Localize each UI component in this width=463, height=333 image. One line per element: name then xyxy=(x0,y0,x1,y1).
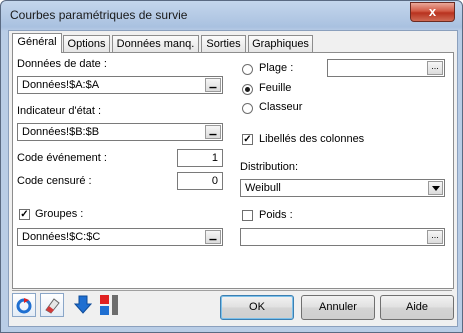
arrow-down-icon xyxy=(73,295,93,314)
dialog-window: Courbes paramétriques de survie x Généra… xyxy=(0,0,463,333)
sheet-label: Feuille xyxy=(259,82,292,94)
help-button[interactable]: Aide xyxy=(380,295,454,320)
column-labels-label: Libellés des colonnes xyxy=(259,133,365,145)
refresh-icon xyxy=(16,298,32,314)
ok-button[interactable]: OK xyxy=(220,295,294,320)
title-bar[interactable]: Courbes paramétriques de survie x xyxy=(1,1,462,29)
distribution-select[interactable]: Weibull xyxy=(240,179,445,197)
layout-button[interactable] xyxy=(98,293,122,317)
range-field[interactable]: ... xyxy=(327,59,445,77)
eraser-icon xyxy=(45,298,60,314)
footer-separator xyxy=(12,290,452,291)
general-panel: Données de date : Données!$A:$A ▁ Indica… xyxy=(12,52,454,289)
column-labels-checkbox[interactable]: ✓ xyxy=(242,134,253,145)
chevron-down-icon[interactable] xyxy=(428,181,443,195)
workbook-label: Classeur xyxy=(259,101,303,113)
tab-charts[interactable]: Graphiques xyxy=(248,35,313,52)
clear-button[interactable] xyxy=(40,293,64,317)
sheet-radio[interactable] xyxy=(242,84,253,95)
distribution-label: Distribution: xyxy=(240,161,299,173)
status-value: Données!$B:$B xyxy=(22,126,100,138)
groups-field[interactable]: Données!$C:$C ▁ xyxy=(17,228,223,246)
range-range-button[interactable]: ... xyxy=(427,61,443,75)
dates-range-button[interactable]: ▁ xyxy=(205,78,221,92)
range-radio[interactable] xyxy=(242,64,253,75)
reset-button[interactable] xyxy=(12,293,36,317)
event-code-label: Code événement : xyxy=(17,152,107,164)
status-range-button[interactable]: ▁ xyxy=(205,125,221,139)
range-label: Plage : xyxy=(259,62,294,74)
groups-range-button[interactable]: ▁ xyxy=(205,230,221,244)
tab-general[interactable]: Général xyxy=(12,33,62,53)
tab-outputs[interactable]: Sorties xyxy=(201,35,246,52)
weights-range-button[interactable]: ... xyxy=(427,230,443,244)
dates-label: Données de date : xyxy=(17,58,107,70)
window-title: Courbes paramétriques de survie xyxy=(10,8,188,22)
dates-field[interactable]: Données!$A:$A ▁ xyxy=(17,76,223,94)
cancel-button[interactable]: Annuler xyxy=(301,295,375,320)
weights-label: Poids : xyxy=(259,209,293,221)
status-label: Indicateur d'état : xyxy=(17,105,102,117)
groups-checkbox[interactable]: ✓ xyxy=(19,209,30,220)
groups-label: Groupes : xyxy=(35,208,84,220)
move-down-button[interactable] xyxy=(72,293,96,317)
status-field[interactable]: Données!$B:$B ▁ xyxy=(17,123,223,141)
dates-value: Données!$A:$A xyxy=(22,79,100,91)
tab-missing-data[interactable]: Données manq. xyxy=(112,35,199,52)
layout-icon xyxy=(100,295,118,315)
close-button[interactable]: x xyxy=(410,2,455,22)
groups-value: Données!$C:$C xyxy=(22,231,101,243)
tab-options[interactable]: Options xyxy=(63,35,110,52)
censored-code-input[interactable]: 0 xyxy=(177,172,223,190)
event-code-input[interactable]: 1 xyxy=(177,149,223,167)
workbook-radio[interactable] xyxy=(242,103,253,114)
dialog-body: Général Options Données manq. Sorties Gr… xyxy=(8,30,458,327)
distribution-value: Weibull xyxy=(245,182,281,194)
censored-code-label: Code censuré : xyxy=(17,175,92,187)
weights-field[interactable]: ... xyxy=(240,228,445,246)
weights-checkbox[interactable] xyxy=(242,210,253,221)
